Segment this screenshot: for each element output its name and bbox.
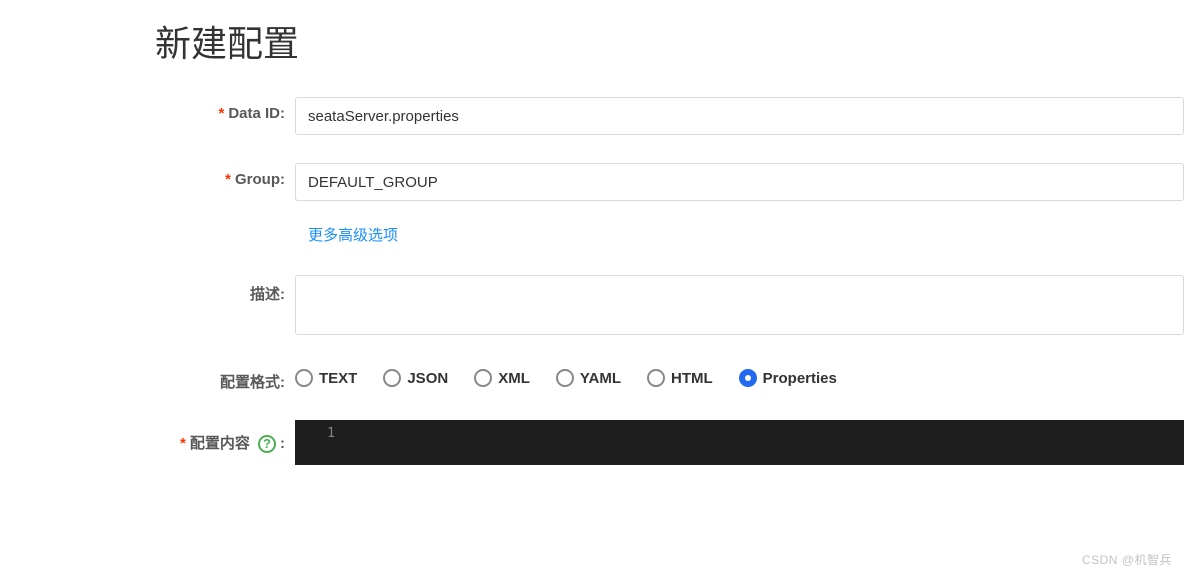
format-radio-text[interactable]: TEXT	[295, 369, 357, 387]
code-content[interactable]	[345, 420, 1184, 465]
description-label: 描述:	[0, 275, 295, 304]
radio-label: HTML	[671, 370, 713, 387]
radio-label: JSON	[407, 370, 448, 387]
radio-circle-icon	[556, 369, 574, 387]
format-radio-yaml[interactable]: YAML	[556, 369, 621, 387]
required-mark: *	[218, 105, 224, 122]
line-number: 1	[295, 420, 345, 465]
code-editor[interactable]: 1	[295, 420, 1184, 465]
radio-circle-icon	[383, 369, 401, 387]
description-row: 描述:	[0, 275, 1184, 335]
data-id-input[interactable]	[295, 97, 1184, 135]
data-id-row: *Data ID:	[0, 97, 1184, 135]
radio-circle-icon	[739, 369, 757, 387]
format-radio-html[interactable]: HTML	[647, 369, 713, 387]
radio-label: TEXT	[319, 370, 357, 387]
content-row: *配置内容 ?: 1	[0, 420, 1184, 465]
format-radio-xml[interactable]: XML	[474, 369, 530, 387]
data-id-label: *Data ID:	[0, 97, 295, 122]
more-options-link[interactable]: 更多高级选项	[0, 224, 1184, 245]
content-label: *配置内容 ?:	[0, 420, 295, 453]
radio-circle-icon	[295, 369, 313, 387]
radio-circle-icon	[647, 369, 665, 387]
radio-label: XML	[498, 370, 530, 387]
format-radio-properties[interactable]: Properties	[739, 369, 837, 387]
format-radio-json[interactable]: JSON	[383, 369, 448, 387]
required-mark: *	[180, 435, 186, 452]
description-input[interactable]	[295, 275, 1184, 335]
format-label: 配置格式:	[0, 363, 295, 392]
group-row: *Group:	[0, 163, 1184, 201]
required-mark: *	[225, 171, 231, 188]
page-title: 新建配置	[0, 0, 1184, 97]
watermark: CSDN @机智兵	[1082, 551, 1172, 568]
radio-label: YAML	[580, 370, 621, 387]
radio-circle-icon	[474, 369, 492, 387]
help-icon[interactable]: ?	[258, 435, 276, 453]
group-label: *Group:	[0, 163, 295, 188]
format-row: 配置格式: TEXT JSON XML YAML HTML Properties	[0, 363, 1184, 392]
radio-label: Properties	[763, 370, 837, 387]
format-radio-group: TEXT JSON XML YAML HTML Properties	[295, 363, 837, 387]
group-input[interactable]	[295, 163, 1184, 201]
